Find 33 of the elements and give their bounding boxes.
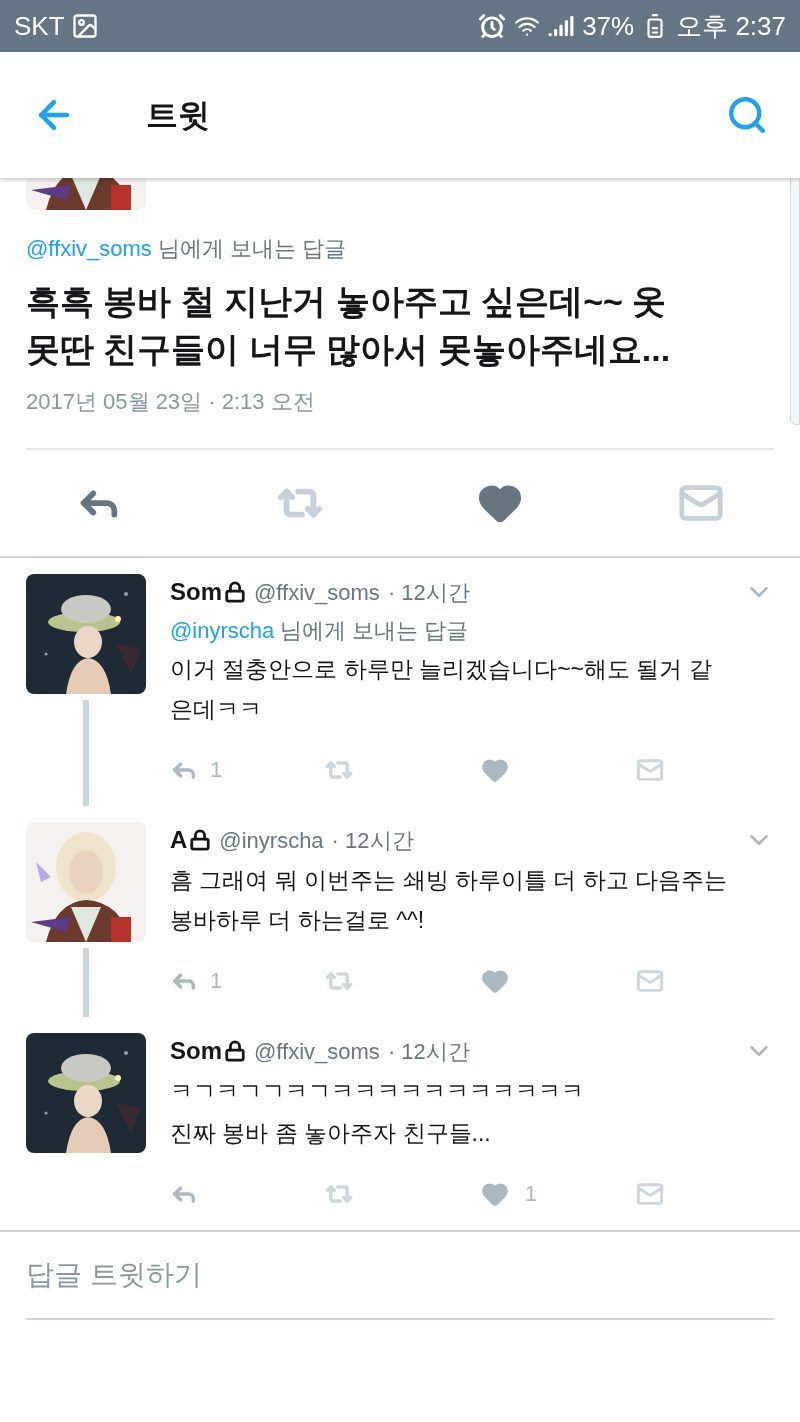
tweet-time: · 12시간 bbox=[387, 578, 470, 607]
alarm-icon bbox=[478, 12, 507, 40]
lock-icon bbox=[224, 1040, 246, 1062]
user-handle[interactable]: @ffxiv_soms bbox=[254, 575, 380, 609]
header-title: 트윗 bbox=[146, 96, 210, 135]
signal-icon bbox=[548, 13, 575, 39]
tweet-text: 이거 절충안으로 하루만 늘리겠습니다~~해도 될거 같은데ㅋㅋ bbox=[170, 655, 713, 724]
user-handle[interactable]: @ffxiv_soms bbox=[254, 1034, 380, 1068]
image-icon bbox=[70, 12, 99, 40]
reply-count: 1 bbox=[210, 756, 223, 784]
tweet-text: 진짜 봉바 좀 놓아주자 친구들... bbox=[170, 1119, 492, 1148]
like-count: 1 bbox=[524, 1180, 537, 1208]
display-name[interactable]: A bbox=[170, 822, 188, 858]
tweet-timestamp: 2017년 05월 23일 · 2:13 오전 bbox=[26, 388, 316, 416]
reply-to-handle[interactable]: @ffxiv_soms bbox=[26, 232, 152, 265]
battery-percent: 37% bbox=[582, 9, 635, 43]
reply-to-label: 님에게 보내는 답글 bbox=[157, 235, 347, 263]
reply-count: 1 bbox=[210, 967, 223, 995]
clock-time: 오후 2:37 bbox=[676, 9, 786, 43]
reply-to-handle[interactable]: @inyrscha bbox=[170, 614, 275, 647]
tweet-text: 흠 그래여 뭐 이번주는 쇄빙 하루이틀 더 하고 다음주는 봉바하루 더 하는걸로 ^^! bbox=[170, 866, 729, 935]
lock-icon bbox=[224, 581, 246, 603]
tweet-time: · 12시간 bbox=[387, 1037, 470, 1066]
search-icon[interactable] bbox=[726, 94, 768, 136]
display-name[interactable]: Som bbox=[170, 1033, 222, 1069]
user-handle[interactable]: @inyrscha bbox=[219, 823, 324, 857]
reply-to-label: 님에게 보내는 답글 bbox=[280, 617, 469, 645]
carrier-name: SKT bbox=[14, 9, 65, 43]
lock-icon bbox=[189, 829, 212, 851]
tweet-time: · 12시간 bbox=[331, 826, 414, 855]
tweet-text: ㅋㄱㅋㄱㄱㅋㄱㅋㅋㅋㅋㅋㅋㅋㅋㅋㅋㅋ bbox=[170, 1077, 585, 1106]
display-name[interactable]: Som bbox=[170, 574, 222, 610]
tweet-text: 흑흑 봉바 철 지난거 놓아주고 싶은데~~ 옷 못딴 친구들이 너무 많아서 못놓아주네요... bbox=[26, 281, 672, 370]
